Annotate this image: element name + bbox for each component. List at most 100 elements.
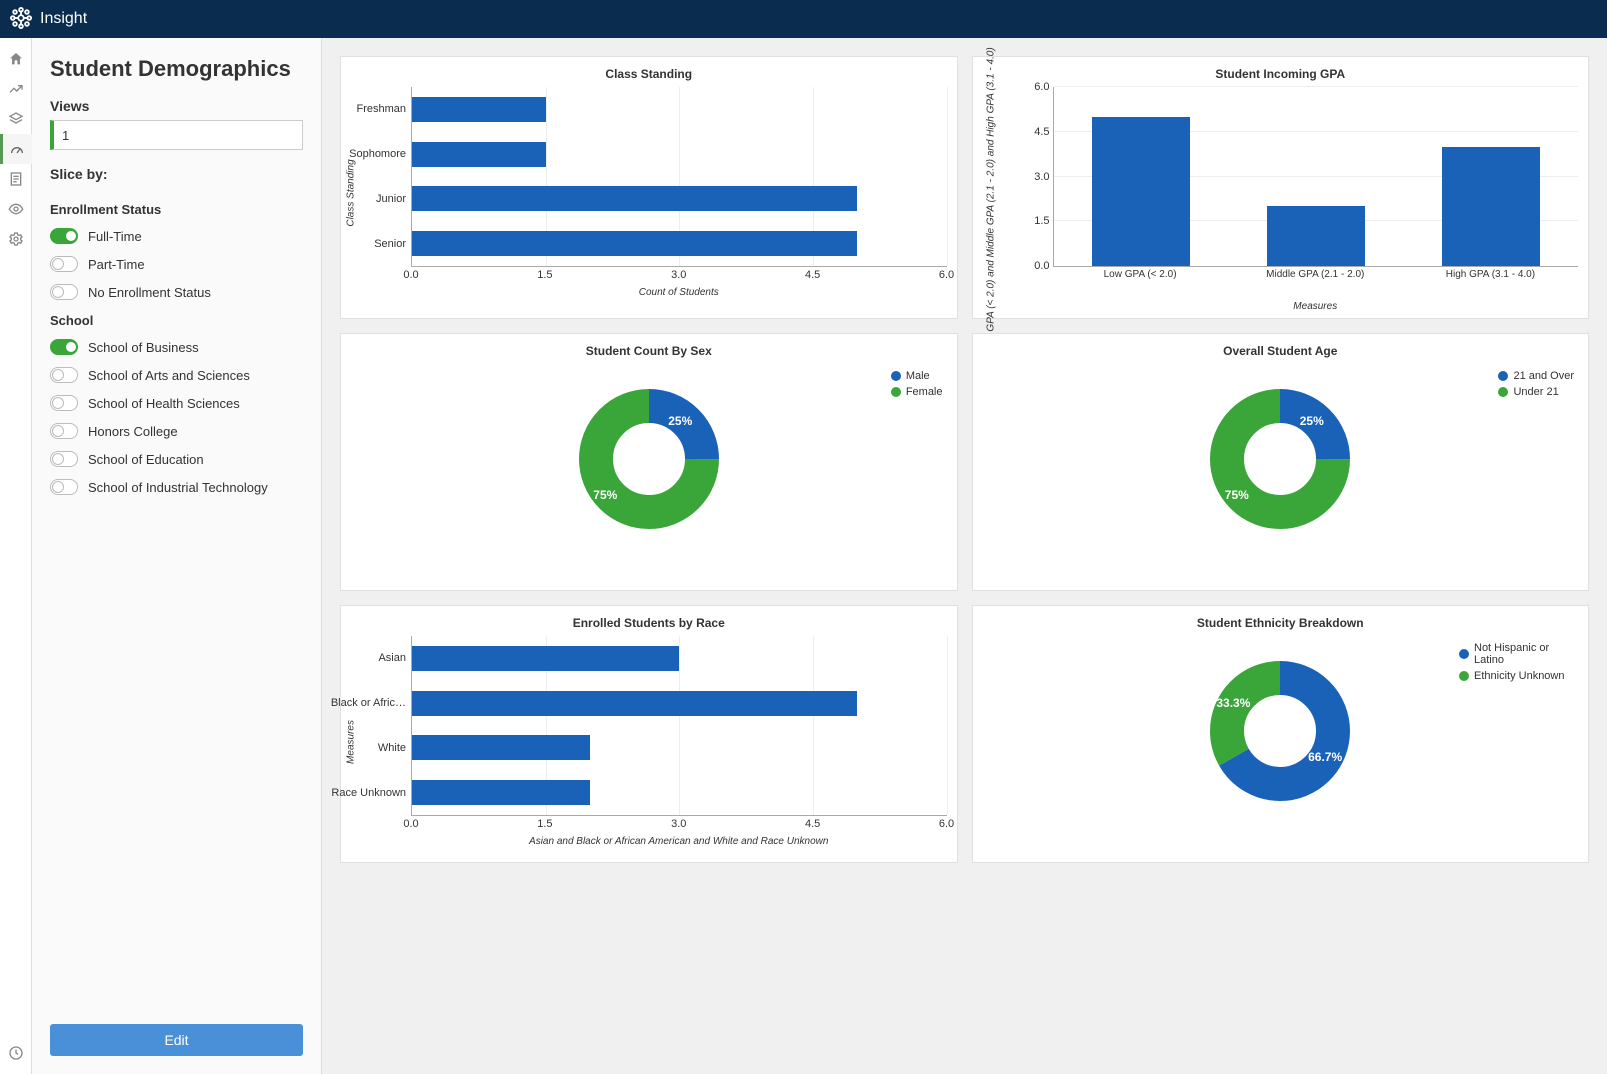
page-title: Student Demographics <box>50 56 303 82</box>
toggle-switch[interactable] <box>50 479 78 495</box>
legend-item: 21 and Over <box>1498 370 1574 382</box>
trend-icon[interactable] <box>0 74 32 104</box>
x-axis-label: Measures <box>1053 301 1579 312</box>
toggle-label: School of Education <box>88 452 204 467</box>
legend-item: Female <box>891 386 943 398</box>
toggle-switch[interactable] <box>50 284 78 300</box>
edit-button[interactable]: Edit <box>50 1024 303 1056</box>
legend-swatch <box>891 387 901 397</box>
bar <box>412 780 590 805</box>
slice-label: 33.3% <box>1216 696 1250 710</box>
gear-icon[interactable] <box>0 224 32 254</box>
document-icon[interactable] <box>0 164 32 194</box>
chart-title: Enrolled Students by Race <box>351 616 947 630</box>
bar <box>412 691 857 716</box>
legend-swatch <box>891 371 901 381</box>
toggle-switch[interactable] <box>50 228 78 244</box>
legend-item: Not Hispanic or Latino <box>1459 642 1574 666</box>
bar <box>1267 206 1365 266</box>
plot-area: FreshmanSophomoreJuniorSenior <box>411 87 947 267</box>
axis-tick: 3.0 <box>671 269 686 281</box>
toggle-label: School of Industrial Technology <box>88 480 268 495</box>
filter-group-label: Enrollment Status <box>50 202 303 217</box>
filter-toggle-row: School of Arts and Sciences <box>50 364 303 386</box>
chart-title: Student Count By Sex <box>351 344 947 358</box>
toggle-label: Honors College <box>88 424 178 439</box>
legend: Male Female <box>891 370 943 402</box>
legend-item: Male <box>891 370 943 382</box>
toggle-label: School of Business <box>88 340 199 355</box>
donut-chart: 25%75% <box>564 374 734 544</box>
x-axis-label: Count of Students <box>411 287 947 298</box>
chart-title: Student Incoming GPA <box>983 67 1579 81</box>
category-label: Race Unknown <box>331 787 412 799</box>
axis-tick: 4.5 <box>805 818 820 830</box>
legend-label: Under 21 <box>1513 386 1558 398</box>
filter-toggle-row: Honors College <box>50 420 303 442</box>
app-logo-icon <box>10 7 40 32</box>
filter-toggle-row: School of Industrial Technology <box>50 476 303 498</box>
chart-card: Student Count By Sex Male Female 25%75% <box>340 333 958 591</box>
y-axis-label: Measures <box>346 720 357 764</box>
gauge-icon[interactable] <box>0 134 32 164</box>
y-axis-label: Low GPA (< 2.0) and Middle GPA (2.1 - 2.… <box>985 47 996 352</box>
legend-label: Ethnicity Unknown <box>1474 670 1565 682</box>
axis-tick: 3.0 <box>1034 171 1053 183</box>
bar <box>412 646 679 671</box>
legend-swatch <box>1459 671 1469 681</box>
filter-toggle-row: Part-Time <box>50 253 303 275</box>
bar <box>412 735 590 760</box>
legend-item: Ethnicity Unknown <box>1459 670 1574 682</box>
axis-tick: 4.5 <box>805 269 820 281</box>
bar <box>412 186 857 211</box>
plot-area: AsianBlack or Afric…WhiteRace Unknown <box>411 636 947 816</box>
toggle-label: School of Arts and Sciences <box>88 368 250 383</box>
views-label: Views <box>50 98 303 114</box>
legend-label: Not Hispanic or Latino <box>1474 642 1574 666</box>
category-label: Sophomore <box>349 148 412 160</box>
toggle-label: School of Health Sciences <box>88 396 240 411</box>
axis-tick: 6.0 <box>939 818 954 830</box>
chart-card: Student Ethnicity BreakdownNot Hispanic … <box>972 605 1590 863</box>
filter-toggle-row: No Enrollment Status <box>50 281 303 303</box>
legend: Not Hispanic or Latino Ethnicity Unknown <box>1459 642 1574 686</box>
legend-label: Female <box>906 386 943 398</box>
plot-area: 0.01.53.04.56.0 <box>1053 87 1579 267</box>
toggle-switch[interactable] <box>50 423 78 439</box>
toggle-switch[interactable] <box>50 367 78 383</box>
eye-icon[interactable] <box>0 194 32 224</box>
axis-tick: 1.5 <box>1034 215 1053 227</box>
x-axis-label: Asian and Black or African American and … <box>411 836 947 847</box>
slice-label: 25% <box>668 414 692 428</box>
legend-label: 21 and Over <box>1513 370 1574 382</box>
toggle-switch[interactable] <box>50 339 78 355</box>
legend: 21 and Over Under 21 <box>1498 370 1574 402</box>
app-title: Insight <box>40 10 87 28</box>
filter-toggle-row: School of Business <box>50 336 303 358</box>
slice-label: 25% <box>1300 414 1324 428</box>
toggle-switch[interactable] <box>50 451 78 467</box>
filter-group-label: School <box>50 313 303 328</box>
axis-tick: 1.5 <box>537 818 552 830</box>
clock-icon[interactable] <box>0 1038 32 1068</box>
legend-label: Male <box>906 370 930 382</box>
legend-swatch <box>1498 387 1508 397</box>
axis-tick: 1.5 <box>537 269 552 281</box>
bar <box>1092 117 1190 266</box>
views-input[interactable]: 1 <box>50 120 303 150</box>
category-label: White <box>378 742 412 754</box>
axis-tick: 4.5 <box>1034 126 1053 138</box>
sidebar: Student Demographics Views 1 Slice by: E… <box>32 38 322 1074</box>
toggle-switch[interactable] <box>50 256 78 272</box>
category-label: High GPA (3.1 - 4.0) <box>1440 269 1540 280</box>
layers-icon[interactable] <box>0 104 32 134</box>
bar <box>412 231 857 256</box>
axis-tick: 6.0 <box>939 269 954 281</box>
donut-chart: 66.7%33.3% <box>1195 646 1365 816</box>
toggle-switch[interactable] <box>50 395 78 411</box>
category-label: Black or Afric… <box>331 697 412 709</box>
filter-toggle-row: School of Education <box>50 448 303 470</box>
y-axis-label: Class Standing <box>346 159 357 226</box>
main-content: Class StandingClass StandingFreshmanSoph… <box>322 38 1607 1074</box>
home-icon[interactable] <box>0 44 32 74</box>
